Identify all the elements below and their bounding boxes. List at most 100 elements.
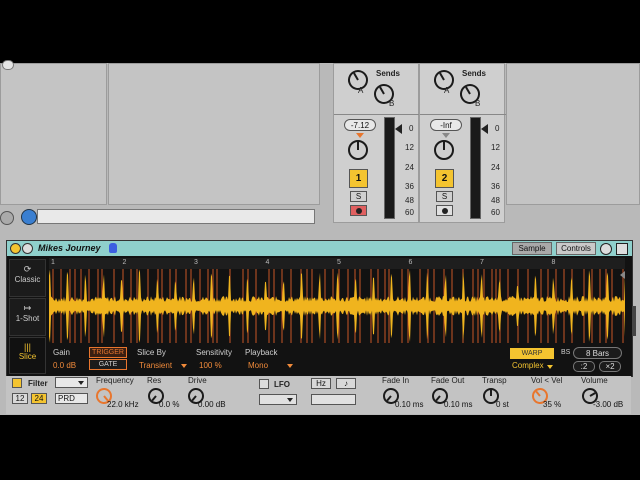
mode-classic-label: Classic [14,275,41,284]
volume-fader-arrow-icon[interactable] [395,124,402,134]
lfo-shape-select[interactable] [259,394,297,405]
chevron-down-icon [547,365,553,369]
ruler-tick-label: 2 [122,259,127,266]
frequency-label: Frequency [96,376,134,385]
sample-waveform[interactable] [49,269,625,343]
loop-icon: ⟳ [23,264,32,274]
sends-label: Sends [376,69,401,78]
bars-display[interactable]: 8 Bars [573,347,622,359]
volume-value[interactable]: -3.00 dB [593,400,623,409]
slice-by-value[interactable]: Transient [139,361,172,370]
settings-icon[interactable] [600,243,612,255]
pan-knob[interactable] [434,140,454,160]
filter-type-select[interactable]: PRD [55,393,88,404]
chevron-down-icon [181,364,187,368]
mixer-strip-2: A Sends B -Inf 2 S 0 12 24 36 48 60 [419,63,506,223]
ruler-tick-label: 6 [408,259,413,266]
mode-one-shot-label: 1-Shot [15,314,40,323]
res-value[interactable]: 0.0 % [159,400,179,409]
one-shot-icon: ↦ [23,303,32,313]
mode-classic-button[interactable]: ⟳ Classic [9,259,46,297]
trigger-button[interactable]: TRIGGER [89,347,127,358]
transp-label: Transp [482,376,507,385]
res-label: Res [147,376,162,385]
track-activator-1[interactable]: 1 [349,169,368,188]
arm-icon [441,208,448,214]
volume-fader-arrow-icon[interactable] [481,124,488,134]
arm-button[interactable] [350,205,367,216]
track-volume-display[interactable]: -Inf [430,119,462,131]
chevron-down-icon [78,381,84,385]
playback-value[interactable]: Mono [248,361,268,370]
mixer-strip-1: A Sends B -7.12 1 S 0 12 24 36 48 60 [333,63,420,223]
mode-slice-label: Slice [18,352,37,361]
track-volume-display[interactable]: -7.12 [344,119,376,131]
half-tempo-button[interactable]: :2 [573,361,595,372]
db-tick: 36 [405,182,414,191]
volume-label: Volume [581,376,608,385]
sensitivity-value[interactable]: 100 % [199,361,222,370]
gain-label: Gain [53,348,70,357]
clip-activator-icon[interactable] [10,243,21,254]
warp-mode-select[interactable]: Complex [512,361,544,370]
sensitivity-label: Sensitivity [196,348,233,357]
tab-controls[interactable]: Controls [556,242,596,255]
pan-knob[interactable] [348,140,368,160]
fade-in-value[interactable]: 0.10 ms [395,400,423,409]
clip-title[interactable]: Mikes Journey [38,243,101,253]
db-tick: 60 [405,208,414,217]
frequency-value[interactable]: 22.0 kHz [107,400,139,409]
bottom-input-field[interactable] [37,209,315,224]
solo-button[interactable]: S [350,191,367,202]
session-panel-left [0,63,107,205]
solo-button[interactable]: S [436,191,453,202]
gate-button[interactable]: GATE [89,359,127,370]
right-scrollbar[interactable] [632,306,636,336]
strip-divider [420,114,506,115]
slope-24-button[interactable]: 24 [31,393,47,404]
pan-triangle-icon [442,133,450,138]
fade-in-label: Fade In [382,376,410,385]
vol-vel-value[interactable]: 35 % [543,400,561,409]
fade-out-value[interactable]: 0.10 ms [444,400,472,409]
bs-label: BS [561,349,571,356]
tab-sample[interactable]: Sample [512,242,552,255]
arm-button[interactable] [436,205,453,216]
play-icon[interactable] [22,243,33,254]
drive-value[interactable]: 0.00 dB [198,400,226,409]
session-panel-right [506,63,640,205]
double-tempo-button[interactable]: ×2 [599,361,621,372]
drop-area-icon[interactable] [0,211,14,225]
slice-icon: ||| [23,342,31,352]
lfo-hz-button[interactable]: Hz [311,378,331,389]
db-tick: 24 [491,163,500,172]
timeline-ruler[interactable]: 1 2 3 4 5 6 7 8 [49,258,625,269]
waveform-shape [49,269,625,343]
lfo-sync-button[interactable]: ♪ [336,378,356,389]
track-activator-2[interactable]: 2 [435,169,454,188]
simpler-controls: Filter 12 24 PRD Frequency 22.0 kHz Res … [6,376,631,414]
send-b-label: B [475,99,481,108]
playback-label: Playback [245,348,278,357]
warp-button[interactable]: WARP [510,348,554,359]
ruler-tick-label: 8 [551,259,556,266]
gain-value[interactable]: 0.0 dB [53,361,76,370]
db-tick: 0 [495,124,500,133]
level-meter [384,117,395,219]
chevron-down-icon [287,398,293,402]
filter-curve-select[interactable] [55,377,88,388]
transp-value[interactable]: 0 st [496,400,509,409]
lfo-toggle[interactable] [259,379,269,389]
slope-12-button[interactable]: 12 [12,393,28,404]
pan-triangle-icon [356,133,364,138]
ruler-tick-label: 5 [337,259,341,266]
mode-slice-button[interactable]: ||| Slice [9,337,46,374]
save-icon[interactable] [616,243,628,255]
mode-one-shot-button[interactable]: ↦ 1-Shot [9,298,46,336]
lfo-rate-field[interactable] [311,394,356,405]
send-a-label: A [358,86,364,95]
scroll-arrow-right-icon[interactable] [620,271,625,279]
filter-toggle[interactable] [12,378,22,388]
search-button[interactable] [21,209,37,225]
scroll-handle[interactable] [2,60,14,70]
